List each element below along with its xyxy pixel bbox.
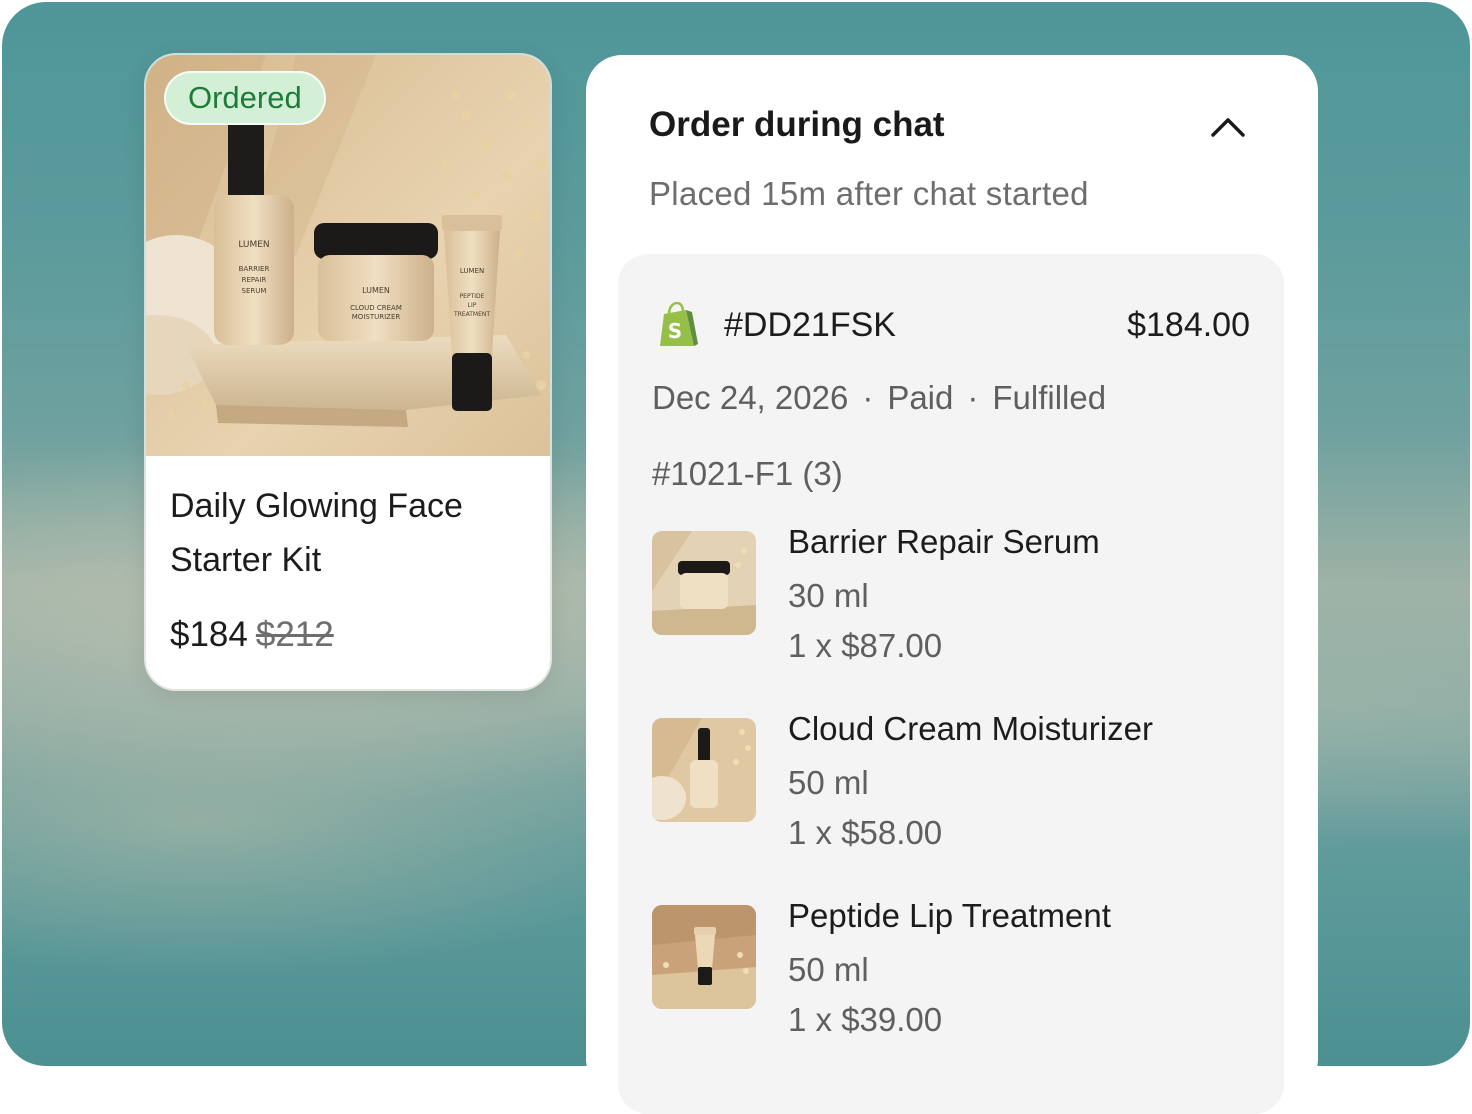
svg-text:CLOUD CREAM: CLOUD CREAM xyxy=(350,304,402,312)
order-id[interactable]: #DD21FSK xyxy=(724,306,896,345)
order-subtitle: Placed 15m after chat started xyxy=(649,175,1089,212)
item-qty-price: 1 x $39.00 xyxy=(788,1001,943,1038)
item-qty-price: 1 x $87.00 xyxy=(788,627,943,664)
separator-dot: · xyxy=(862,379,874,416)
svg-text:LIP: LIP xyxy=(468,302,477,309)
item-thumbnail xyxy=(652,531,756,635)
svg-text:LUMEN: LUMEN xyxy=(238,240,269,250)
item-thumbnail xyxy=(652,718,756,822)
order-heading: Order during chat xyxy=(649,105,945,144)
item-name: Cloud Cream Moisturizer xyxy=(788,710,1153,747)
svg-text:REPAIR: REPAIR xyxy=(242,276,267,284)
item-qty-price: 1 x $58.00 xyxy=(788,814,943,851)
order-total: $184.00 xyxy=(1127,306,1250,344)
separator-dot: · xyxy=(967,379,979,416)
product-card[interactable]: LUMEN BARRIER REPAIR SERUM LUMEN CLOUD C… xyxy=(146,55,550,689)
fulfillment-status: Fulfilled xyxy=(992,379,1107,416)
svg-text:SERUM: SERUM xyxy=(242,287,267,295)
item-name: Barrier Repair Serum xyxy=(788,523,1100,560)
item-variant: 50 ml xyxy=(788,764,869,801)
item-name: Peptide Lip Treatment xyxy=(788,897,1111,934)
order-panel: Order during chat Placed 15m after chat … xyxy=(586,55,1318,1114)
item-thumbnail xyxy=(652,905,756,1009)
line-item[interactable]: Peptide Lip Treatment 50 ml 1 x $39.00 xyxy=(652,897,1252,1063)
fulfillment-id: #1021-F1 (3) xyxy=(652,455,843,492)
order-date: Dec 24, 2026 xyxy=(652,379,849,416)
line-item[interactable]: Barrier Repair Serum 30 ml 1 x $87.00 xyxy=(652,523,1252,689)
order-meta: Dec 24, 2026 · Paid · Fulfilled xyxy=(652,379,1106,417)
chevron-up-icon[interactable] xyxy=(1208,111,1248,141)
shopify-icon: S xyxy=(660,302,698,346)
item-variant: 50 ml xyxy=(788,951,869,988)
product-title: Daily Glowing Face Starter Kit xyxy=(170,487,463,579)
sale-price: $184 xyxy=(170,615,248,654)
original-price: $212 xyxy=(255,615,334,654)
item-variant: 30 ml xyxy=(788,577,869,614)
price-row: $184 $212 xyxy=(170,615,334,655)
svg-text:S: S xyxy=(668,319,682,343)
svg-text:BARRIER: BARRIER xyxy=(239,265,270,273)
svg-text:PEPTIDE: PEPTIDE xyxy=(460,293,485,300)
payment-status: Paid xyxy=(887,379,954,416)
ordered-badge: Ordered xyxy=(164,71,326,125)
svg-text:MOISTURIZER: MOISTURIZER xyxy=(352,313,401,321)
svg-text:LUMEN: LUMEN xyxy=(460,267,484,275)
order-details: S #DD21FSK $184.00 Dec 24, 2026 · Paid · Ful… xyxy=(618,254,1284,1114)
svg-text:TREATMENT: TREATMENT xyxy=(453,311,490,318)
svg-text:LUMEN: LUMEN xyxy=(362,286,390,295)
line-item[interactable]: Cloud Cream Moisturizer 50 ml 1 x $58.00 xyxy=(652,710,1252,876)
